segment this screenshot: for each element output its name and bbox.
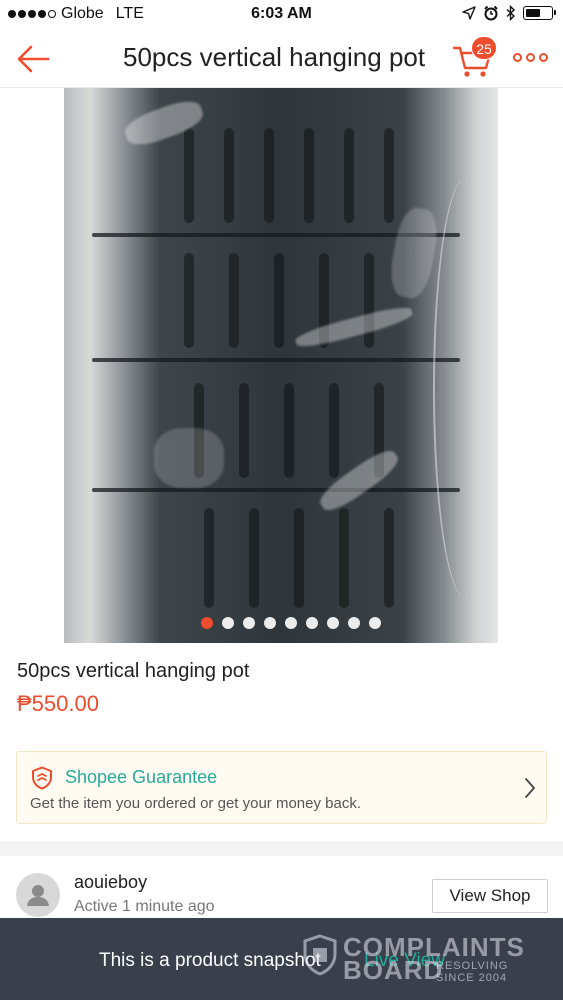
pagination-dot[interactable] xyxy=(305,617,318,629)
status-bar: Globe LTE 6:03 AM xyxy=(0,0,563,28)
alarm-icon xyxy=(484,5,498,21)
more-options-icon[interactable] xyxy=(513,53,549,65)
watermark-tagline1: RESOLVING xyxy=(436,960,509,972)
section-divider xyxy=(0,842,563,856)
image-decoration xyxy=(433,178,498,598)
shop-avatar[interactable] xyxy=(16,873,60,917)
pagination-dot[interactable] xyxy=(284,617,297,629)
pagination-dot[interactable] xyxy=(200,617,213,629)
product-image-carousel[interactable] xyxy=(0,88,563,643)
product-price: ₱550.00 xyxy=(17,691,99,716)
pagination-dot[interactable] xyxy=(242,617,255,629)
shop-name[interactable]: aouieboy xyxy=(74,872,147,893)
user-silhouette-icon xyxy=(27,885,49,906)
page-title: 50pcs vertical hanging pot xyxy=(123,42,426,72)
top-navigation-bar: 50pcs vertical hanging pot 25 xyxy=(0,28,563,88)
location-arrow-icon xyxy=(462,6,476,20)
pagination-dot[interactable] xyxy=(263,617,276,629)
battery-icon xyxy=(523,6,556,20)
guarantee-subtitle: Get the item you ordered or get your mon… xyxy=(30,795,362,812)
watermark-shield-icon xyxy=(303,934,337,976)
shop-active-status: Active 1 minute ago xyxy=(74,898,215,915)
image-pagination[interactable] xyxy=(0,617,563,631)
pagination-dot[interactable] xyxy=(326,617,339,629)
product-name: 50pcs vertical hanging pot xyxy=(17,660,250,682)
shield-check-icon xyxy=(32,766,52,790)
shopee-guarantee-banner[interactable]: Shopee Guarantee Get the item you ordere… xyxy=(16,751,547,824)
cart-count-badge: 25 xyxy=(471,36,497,60)
status-right xyxy=(462,5,556,21)
pagination-dot[interactable] xyxy=(221,617,234,629)
guarantee-title: Shopee Guarantee xyxy=(65,767,218,787)
pagination-dot[interactable] xyxy=(347,617,360,629)
view-shop-button[interactable]: View Shop xyxy=(432,879,548,913)
chevron-right-icon xyxy=(525,778,535,798)
watermark-text-line2: BOARD xyxy=(343,955,444,985)
snapshot-message: This is a product snapshot xyxy=(99,950,321,971)
watermark-tagline2: SINCE 2004 xyxy=(436,972,508,984)
bluetooth-icon xyxy=(506,5,516,21)
battery-fill xyxy=(526,9,540,17)
product-photo xyxy=(64,88,498,643)
back-arrow-icon[interactable] xyxy=(16,44,50,74)
pagination-dot[interactable] xyxy=(368,617,381,629)
